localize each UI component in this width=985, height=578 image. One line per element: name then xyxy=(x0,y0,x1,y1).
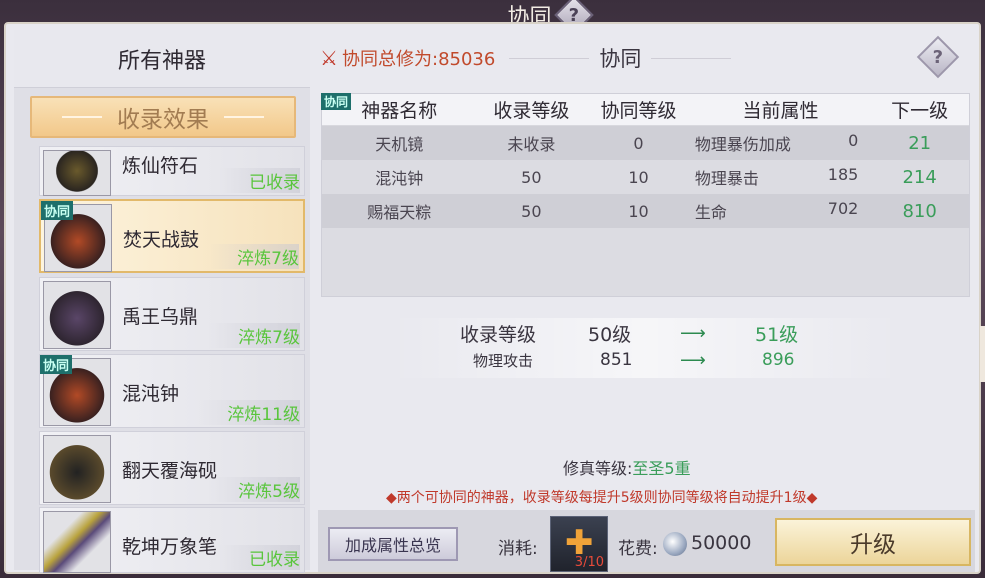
artifact-status: 淬炼7级 xyxy=(207,244,299,269)
material-slot[interactable]: ✚ 3/10 xyxy=(550,516,608,572)
artifact-status: 已收录 xyxy=(219,168,300,193)
arrow-icon: ⟶ xyxy=(680,322,706,344)
divider xyxy=(651,57,732,59)
artifact-name: 混沌钟 xyxy=(122,383,180,405)
artifact-thumbnail-icon xyxy=(43,150,111,196)
cell-next: 810 xyxy=(902,200,937,222)
artifact-item[interactable]: 禹王乌鼎 淬炼7级 xyxy=(39,277,305,351)
table-row: 赐福天粽 50 10 生命 702 810 xyxy=(322,194,969,228)
attr-preview-row: 物理攻击 851 ⟶ 896 xyxy=(390,348,900,372)
cauldron-icon xyxy=(43,281,111,349)
cell-collect: 50 xyxy=(521,167,542,187)
synergy-help-icon[interactable]: ? xyxy=(916,35,960,79)
synergy-label: 协同 xyxy=(599,47,642,71)
cell-syn: 0 xyxy=(633,133,644,153)
table-synergy-tag: 协同 xyxy=(321,93,352,110)
cell-syn: 10 xyxy=(628,201,649,221)
crossed-swords-icon: ⚔ xyxy=(320,46,338,70)
attr-label: 物理攻击 xyxy=(473,351,534,370)
upgrade-preview: 收录等级 50级 ⟶ 51级 物理攻击 851 ⟶ 896 xyxy=(390,318,900,378)
table-header: 神器名称 收录等级 协同等级 当前属性 下一级 xyxy=(322,94,969,126)
artifact-status: 淬炼7级 xyxy=(208,323,300,348)
collection-effect-label: 收录效果 xyxy=(117,107,209,133)
cell-collect: 未收录 xyxy=(507,135,556,154)
inkstone-icon xyxy=(43,435,111,503)
cell-collect: 50 xyxy=(521,201,542,221)
attr-to: 896 xyxy=(762,350,795,370)
artifact-name: 炼仙符石 xyxy=(122,155,199,177)
table-row: 混沌钟 50 10 物理暴击 185 214 xyxy=(322,160,969,194)
bonus-overview-button[interactable]: 加成属性总览 xyxy=(328,527,458,561)
artifact-name: 乾坤万象笔 xyxy=(122,536,218,558)
attr-from: 851 xyxy=(600,350,633,370)
artifact-item-selected[interactable]: 协同 焚天战鼓 淬炼7级 xyxy=(39,199,305,273)
artifact-status: 淬炼11级 xyxy=(197,400,300,425)
artifact-item[interactable]: 乾坤万象笔 已收录 xyxy=(39,507,305,573)
cost-label: 花费: xyxy=(618,539,658,559)
level-label: 收录等级 xyxy=(460,323,537,346)
upgrade-button[interactable]: 升级 xyxy=(775,518,971,566)
cell-name: 天机镜 xyxy=(375,135,424,154)
cell-next: 21 xyxy=(908,132,932,154)
cultivation-value: 至圣5重 xyxy=(632,459,691,478)
cultivation-level: 修真等级:至圣5重 xyxy=(563,459,691,478)
artifact-name: 翻天覆海砚 xyxy=(122,460,218,482)
cell-next: 214 xyxy=(902,166,937,188)
cell-name: 混沌钟 xyxy=(375,169,424,188)
col-next: 下一级 xyxy=(891,100,949,122)
artifact-item[interactable]: 翻天覆海砚 淬炼5级 xyxy=(39,431,305,505)
artifact-item[interactable]: 炼仙符石 已收录 xyxy=(39,146,305,196)
synergy-tag: 协同 xyxy=(40,355,73,374)
col-collect: 收录等级 xyxy=(493,100,570,122)
divider xyxy=(509,57,590,59)
artifact-item[interactable]: 协同 混沌钟 淬炼11级 xyxy=(39,354,305,428)
bottom-bar: 加成属性总览 消耗: ✚ 3/10 花费: 50000 升级 xyxy=(318,510,975,572)
level-from: 50级 xyxy=(588,323,632,346)
artifact-name: 焚天战鼓 xyxy=(123,229,200,251)
artifact-status: 淬炼5级 xyxy=(208,477,300,502)
consume-label: 消耗: xyxy=(498,539,538,559)
material-count: 3/10 xyxy=(574,555,604,570)
col-syn: 协同等级 xyxy=(600,100,677,122)
artifact-list-header: 所有神器 xyxy=(14,30,310,88)
level-preview-row: 收录等级 50级 ⟶ 51级 xyxy=(390,320,900,346)
silver-coin-icon xyxy=(663,532,687,556)
cost-value: 50000 xyxy=(691,532,752,554)
cell-attr: 物理暴伤加成 0 xyxy=(694,131,859,154)
col-attr: 当前属性 xyxy=(742,100,819,122)
artifact-name: 禹王乌鼎 xyxy=(122,306,199,328)
synergy-tag: 协同 xyxy=(41,201,74,220)
cell-syn: 10 xyxy=(628,167,649,187)
synergy-total: 协同总修为:85036 xyxy=(342,49,496,70)
synergy-note: ◆两个可协同的神器，收录等级每提升5级则协同等级将自动提升1级◆ xyxy=(386,490,818,506)
cell-attr: 物理暴击 185 xyxy=(694,165,859,188)
synergy-table: 神器名称 收录等级 协同等级 当前属性 下一级 天机镜 未收录 0 物理暴伤加成… xyxy=(321,93,970,297)
collection-effect-button[interactable]: 收录效果 xyxy=(30,96,296,138)
arrow-icon: ⟶ xyxy=(680,349,706,371)
table-row: 天机镜 未收录 0 物理暴伤加成 0 21 xyxy=(322,126,969,160)
brush-icon xyxy=(43,511,111,573)
side-handle xyxy=(980,326,985,382)
artifact-status: 已收录 xyxy=(219,545,300,570)
level-to: 51级 xyxy=(755,323,799,346)
synergy-summary: ⚔ 协同总修为:85036 协同 ? xyxy=(318,35,975,80)
cell-attr: 生命 702 xyxy=(694,199,859,222)
cell-name: 赐福天粽 xyxy=(367,203,432,222)
